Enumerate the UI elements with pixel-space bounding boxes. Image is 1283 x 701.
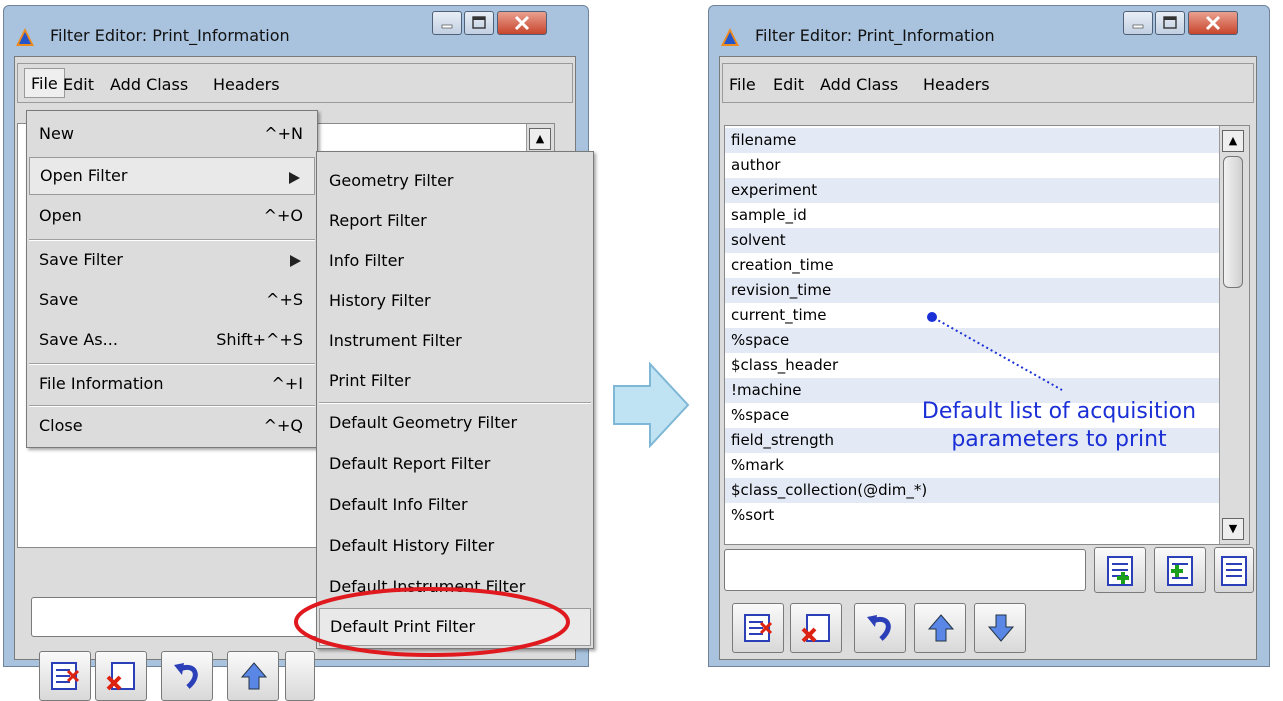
remove-class-icon	[744, 614, 773, 642]
maximize-icon	[1163, 16, 1177, 29]
list-view-icon	[1221, 556, 1247, 586]
submenu-report-filter[interactable]: Report Filter	[319, 202, 591, 240]
scroll-down-button[interactable]: ▼	[1222, 518, 1244, 540]
flow-arrow-icon	[613, 362, 690, 448]
title-bar: Filter Editor: Print_Information	[4, 6, 588, 56]
delete-button[interactable]	[95, 651, 147, 701]
insert-item-icon	[1167, 556, 1193, 586]
submenu-print-filter[interactable]: Print Filter	[319, 362, 591, 400]
scroll-up-button[interactable]: ▲	[1222, 130, 1244, 152]
menu-edit[interactable]: Edit	[773, 75, 804, 94]
close-button[interactable]	[497, 11, 547, 35]
delete-button[interactable]	[790, 603, 842, 653]
close-button[interactable]	[1188, 11, 1238, 35]
file-menu-dropdown: New ^+N Open Filter Open ^+O Save Filter S…	[26, 110, 318, 448]
entry-field[interactable]	[31, 597, 321, 637]
list-item[interactable]: $class_collection(@dim_*)	[725, 478, 1219, 503]
list-item[interactable]: %mark	[725, 453, 1219, 478]
menu-add-class[interactable]: Add Class	[110, 75, 188, 94]
menu-edit[interactable]: Edit	[63, 75, 94, 94]
delete-icon	[801, 614, 830, 643]
submenu-arrow-icon	[290, 255, 301, 267]
close-icon	[1205, 15, 1221, 31]
submenu-default-report-filter[interactable]: Default Report Filter	[319, 445, 591, 483]
undo-button[interactable]	[854, 603, 906, 653]
submenu-instrument-filter[interactable]: Instrument Filter	[319, 322, 591, 360]
menu-headers[interactable]: Headers	[213, 75, 280, 94]
list-scrollbar[interactable]: ▲ ▼	[1219, 126, 1249, 544]
move-down-button[interactable]	[974, 603, 1026, 653]
list-item[interactable]: experiment	[725, 178, 1219, 203]
list-item[interactable]: revision_time	[725, 278, 1219, 303]
move-up-button[interactable]	[227, 651, 279, 701]
maximize-button[interactable]	[1155, 11, 1185, 35]
add-item-icon	[1107, 556, 1133, 586]
list-view-button[interactable]	[1214, 547, 1254, 593]
file-menu-file-information[interactable]: File Information ^+I	[29, 365, 315, 403]
annotation-line-2: parameters to print	[951, 427, 1167, 452]
maximize-button[interactable]	[464, 11, 494, 35]
file-menu-new[interactable]: New ^+N	[29, 115, 315, 153]
annotation-text: Default list of acquisition parameters t…	[914, 398, 1204, 454]
minimize-icon	[1132, 24, 1144, 29]
file-menu-save-filter[interactable]: Save Filter	[29, 241, 315, 279]
file-menu-close[interactable]: Close ^+Q	[29, 407, 315, 445]
menu-bar: File Edit Add Class Headers	[17, 63, 573, 103]
menu-file[interactable]: File	[24, 68, 65, 98]
undo-icon	[174, 663, 198, 689]
list-item[interactable]: creation_time	[725, 253, 1219, 278]
remove-class-button[interactable]	[732, 603, 784, 653]
file-menu-save-as[interactable]: Save As... Shift+^+S	[29, 321, 315, 359]
minimize-button[interactable]	[1123, 11, 1153, 35]
app-icon	[16, 28, 34, 46]
entry-field[interactable]	[724, 549, 1086, 591]
submenu-default-history-filter[interactable]: Default History Filter	[319, 527, 591, 565]
app-icon	[721, 28, 739, 46]
scroll-thumb[interactable]	[1223, 156, 1243, 288]
list-item[interactable]: sample_id	[725, 203, 1219, 228]
remove-class-button[interactable]	[39, 651, 91, 701]
submenu-default-info-filter[interactable]: Default Info Filter	[319, 486, 591, 524]
remove-class-icon	[51, 662, 80, 690]
filter-editor-window-left: Filter Editor: Print_Information File Ed…	[3, 5, 594, 701]
add-item-button[interactable]	[1094, 547, 1146, 593]
move-up-button[interactable]	[914, 603, 966, 653]
submenu-arrow-icon	[289, 172, 300, 184]
file-menu-open-filter[interactable]: Open Filter	[29, 157, 315, 195]
file-menu-save[interactable]: Save ^+S	[29, 281, 315, 319]
menu-bar: File Edit Add Class Headers	[722, 63, 1254, 103]
submenu-default-geometry-filter[interactable]: Default Geometry Filter	[319, 404, 591, 442]
submenu-geometry-filter[interactable]: Geometry Filter	[319, 162, 591, 200]
insert-item-button[interactable]	[1154, 547, 1206, 593]
window-title: Filter Editor: Print_Information	[50, 26, 290, 45]
menu-add-class[interactable]: Add Class	[820, 75, 898, 94]
list-item[interactable]: solvent	[725, 228, 1219, 253]
undo-button[interactable]	[161, 651, 213, 701]
callout-pointer	[927, 312, 1063, 391]
minimize-button[interactable]	[432, 11, 462, 35]
arrow-up-icon	[927, 614, 955, 642]
arrow-down-icon	[987, 614, 1015, 642]
submenu-info-filter[interactable]: Info Filter	[319, 242, 591, 280]
list-item[interactable]: filename	[725, 128, 1219, 153]
menu-file[interactable]: File	[729, 75, 756, 94]
open-filter-submenu: Geometry Filter Report Filter Info Filte…	[316, 151, 594, 649]
menu-headers[interactable]: Headers	[923, 75, 990, 94]
file-menu-open[interactable]: Open ^+O	[29, 197, 315, 235]
maximize-icon	[472, 16, 486, 29]
title-bar: Filter Editor: Print_Information	[709, 6, 1269, 56]
close-icon	[514, 15, 530, 31]
undo-icon	[867, 615, 891, 641]
arrow-up-icon	[240, 662, 268, 690]
delete-icon	[106, 662, 135, 691]
minimize-icon	[441, 24, 453, 29]
highlight-ellipse	[294, 587, 570, 657]
window-title: Filter Editor: Print_Information	[755, 26, 995, 45]
submenu-history-filter[interactable]: History Filter	[319, 282, 591, 320]
list-item[interactable]: author	[725, 153, 1219, 178]
scroll-up-button[interactable]: ▲	[529, 128, 551, 150]
list-item[interactable]: %sort	[725, 503, 1219, 528]
annotation-line-1: Default list of acquisition	[921, 399, 1197, 424]
